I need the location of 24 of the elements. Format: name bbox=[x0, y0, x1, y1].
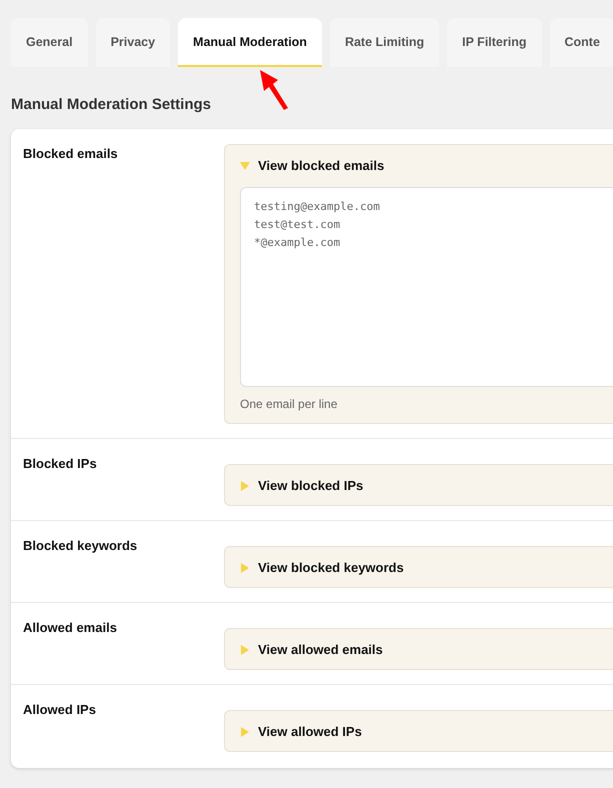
setting-label: Blocked keywords bbox=[23, 537, 138, 555]
details-toggle[interactable]: View blocked keywords bbox=[240, 547, 404, 587]
settings-tab[interactable]: Rate Limiting bbox=[330, 18, 440, 67]
details-toggle[interactable]: View allowed emails bbox=[240, 629, 383, 669]
setting-label: Allowed IPs bbox=[23, 701, 97, 719]
details-toggle[interactable]: View blocked IPs bbox=[240, 465, 364, 505]
caret-right-icon bbox=[240, 644, 250, 654]
list-input-field[interactable]: testing@example.com test@test.com *@example.com bbox=[240, 187, 613, 387]
setting-label: Blocked emails bbox=[23, 145, 119, 163]
caret-right-icon bbox=[240, 726, 250, 736]
settings-tab[interactable]: Manual Moderation bbox=[178, 18, 322, 67]
details-toggle[interactable]: View blocked emails bbox=[240, 145, 384, 185]
section-heading: Manual Moderation Settings bbox=[11, 96, 212, 113]
caret-right-icon bbox=[240, 562, 250, 572]
setting-label: Blocked IPs bbox=[23, 455, 98, 473]
settings-tab[interactable]: Privacy bbox=[96, 18, 170, 67]
settings-tab[interactable]: IP Filtering bbox=[447, 18, 542, 67]
settings-tab[interactable]: Conte bbox=[550, 18, 613, 67]
settings-tab[interactable]: General bbox=[11, 18, 88, 67]
caret-down-icon bbox=[240, 160, 250, 170]
caret-right-icon bbox=[240, 480, 250, 490]
setting-label: Allowed emails bbox=[23, 619, 118, 637]
details-toggle[interactable]: View allowed IPs bbox=[240, 711, 362, 751]
field-hint: One email per line bbox=[240, 396, 338, 413]
